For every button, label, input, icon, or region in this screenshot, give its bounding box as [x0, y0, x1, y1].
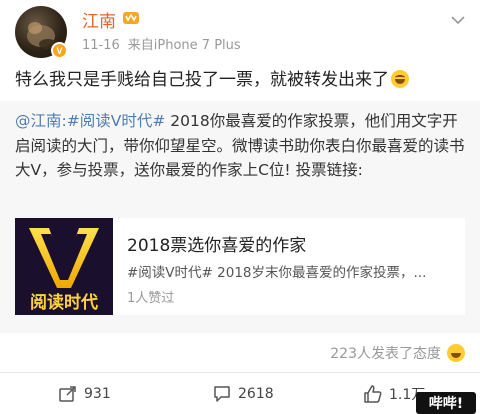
action-bar: 931 2618 1.1万: [0, 373, 480, 414]
repost-text: @江南:#阅读V时代# 2018你最喜爱的作家投票，他们用文字开启阅读的大门，带…: [15, 109, 470, 183]
comment-count: 2618: [238, 386, 274, 402]
repost-author-link[interactable]: @江南: [15, 112, 62, 130]
user-name[interactable]: 江南: [82, 7, 116, 32]
share-icon: [59, 386, 76, 402]
laugh-emoji-icon: [391, 70, 409, 88]
post-header: V 江南 11-16 来自iPhone 7 Plus: [0, 0, 480, 62]
share-button[interactable]: 931: [58, 383, 111, 405]
watermark-logo: 哔哔!: [416, 392, 476, 414]
share-count: 931: [84, 386, 111, 402]
card-thumb-text: 阅读时代: [30, 292, 98, 313]
comment-icon: [214, 386, 230, 402]
post-text: 特么我只是手贱给自己投了一票，就被转发出来了: [15, 65, 409, 90]
verified-badge-icon: V: [51, 42, 68, 59]
link-card[interactable]: 阅读时代 2018票选你喜爱的作家 #阅读V时代# 2018岁末你最喜爱的作家投…: [15, 218, 465, 315]
card-title: 2018票选你喜爱的作家: [127, 236, 307, 256]
card-thumbnail: 阅读时代: [15, 218, 113, 315]
chevron-down-icon[interactable]: [450, 12, 466, 28]
post-source[interactable]: 来自iPhone 7 Plus: [128, 38, 241, 53]
reactions-summary[interactable]: 223人发表了态度: [330, 343, 465, 363]
comment-button[interactable]: 2618: [212, 383, 274, 405]
thumbs-up-icon: [364, 385, 382, 403]
reactions-text: 223人发表了态度: [330, 346, 441, 362]
card-description: #阅读V时代# 2018岁末你最喜爱的作家投票，...: [127, 265, 427, 281]
vip-crown-icon: [123, 12, 139, 24]
post-meta: 11-16 来自iPhone 7 Plus: [82, 34, 241, 53]
topic-link[interactable]: :#阅读V时代#: [62, 112, 166, 130]
post-body: 特么我只是手贱给自己投了一票，就被转发出来了: [15, 70, 389, 90]
card-likes: 1人赞过: [127, 291, 175, 306]
timestamp: 11-16: [82, 38, 120, 53]
repost-block[interactable]: @江南:#阅读V时代# 2018你最喜爱的作家投票，他们用文字开启阅读的大门，带…: [0, 101, 480, 333]
laugh-reaction-icon: [447, 344, 465, 362]
